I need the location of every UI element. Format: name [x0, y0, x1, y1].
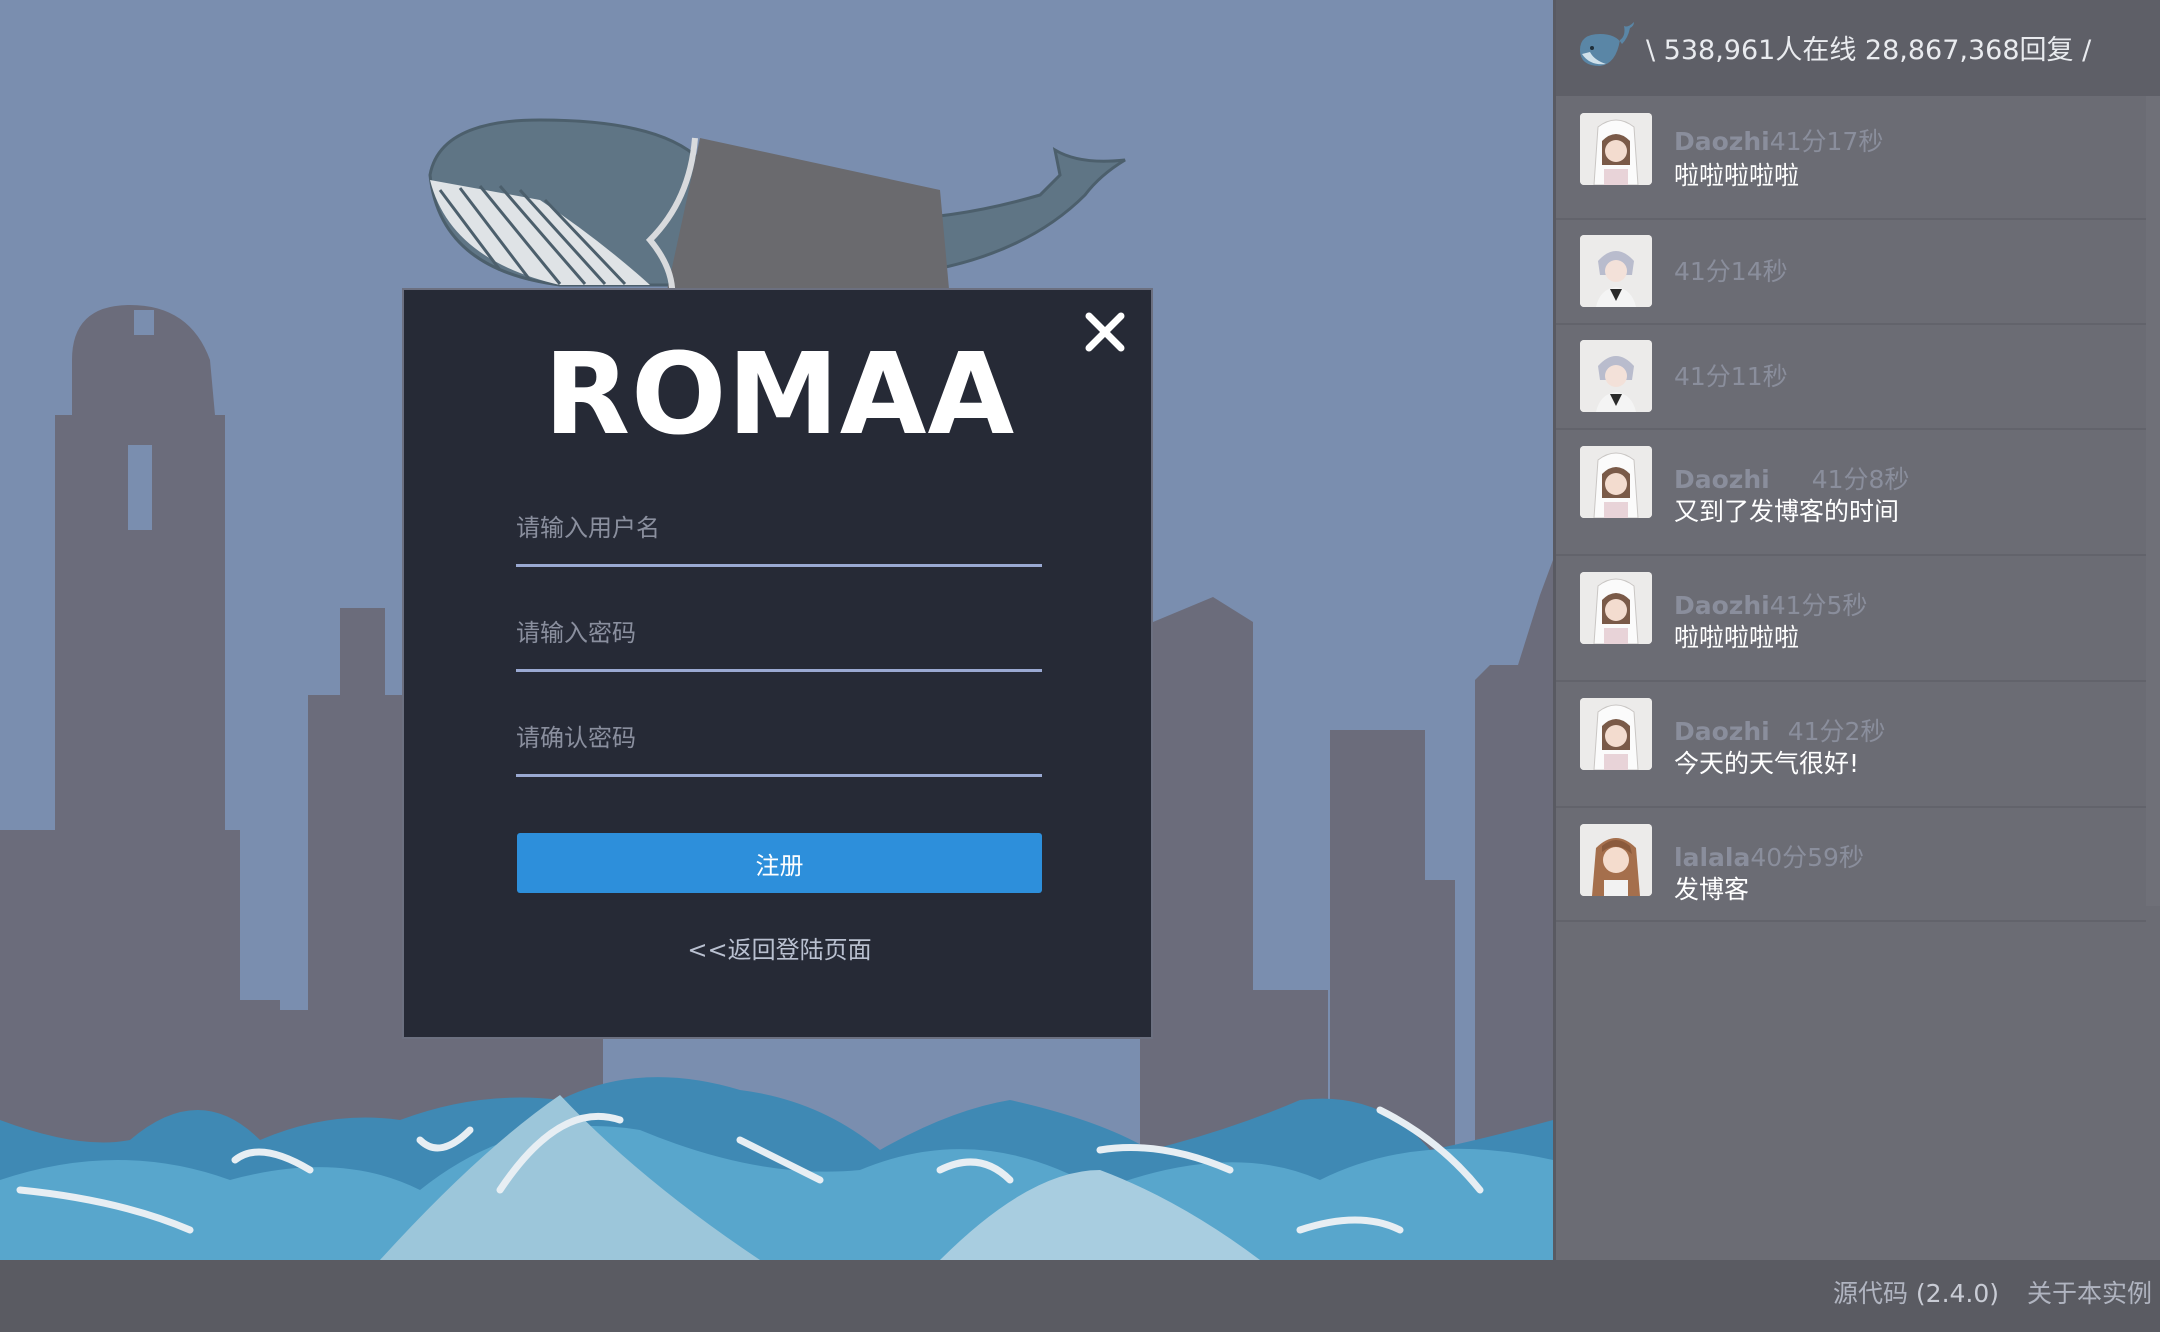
message-text: 啦啦啦啦啦 — [1674, 161, 1800, 190]
message-author: Daozhi — [1674, 717, 1770, 746]
avatar — [1580, 698, 1652, 770]
list-item[interactable]: 41分11秒 — [1556, 325, 2146, 430]
list-item[interactable]: Daozhi41分17秒 啦啦啦啦啦 — [1556, 96, 2146, 220]
message-list: Daozhi41分17秒 啦啦啦啦啦 41分14秒 41分11秒 Daozhi 4… — [1556, 96, 2146, 922]
message-text: 发博客 — [1674, 875, 1750, 904]
register-modal: ROMAA 注册 <<返回登陆页面 — [402, 288, 1153, 1039]
password-input[interactable] — [516, 605, 1042, 672]
message-time: 41分8秒 — [1811, 465, 1910, 494]
message-author: Daozhi — [1674, 591, 1770, 620]
message-text: 今天的天气很好! — [1674, 749, 1860, 778]
avatar — [1580, 824, 1652, 896]
message-text: 又到了发博客的时间 — [1674, 497, 1900, 526]
message-author: Daozhi — [1674, 465, 1770, 494]
confirm-password-input[interactable] — [516, 710, 1042, 777]
avatar — [1580, 113, 1652, 185]
message-author: lalala — [1674, 843, 1751, 872]
message-time: 40分59秒 — [1750, 843, 1864, 872]
online-stats: \ 538,961人在线 28,867,368回复 / — [1646, 35, 2092, 66]
avatar — [1580, 340, 1652, 412]
footer-bar: 源代码 (2.4.0) 关于本实例 — [0, 1260, 2160, 1332]
scrollbar[interactable] — [2146, 96, 2160, 906]
whale-logo-icon — [1580, 22, 1634, 66]
list-item[interactable]: 41分14秒 — [1556, 220, 2146, 325]
list-item[interactable]: lalala40分59秒 发博客 — [1556, 808, 2146, 922]
list-item[interactable]: Daozhi 41分8秒 又到了发博客的时间 — [1556, 430, 2146, 556]
message-time: 41分14秒 — [1674, 257, 1788, 286]
app-title: ROMAA — [543, 330, 1016, 460]
about-link[interactable]: 关于本实例 — [2027, 1279, 2152, 1308]
list-item[interactable]: Daozhi 41分2秒 今天的天气很好! — [1556, 682, 2146, 808]
username-input[interactable] — [516, 500, 1042, 567]
avatar — [1580, 572, 1652, 644]
panel-header: \ 538,961人在线 28,867,368回复 / — [1556, 0, 2160, 96]
message-time: 41分2秒 — [1787, 717, 1886, 746]
avatar — [1580, 446, 1652, 518]
whale-illustration — [428, 118, 1126, 301]
chat-panel: \ 538,961人在线 28,867,368回复 / Daozhi41分17秒… — [1553, 0, 2160, 1260]
message-text: 啦啦啦啦啦 — [1674, 623, 1800, 652]
message-time: 41分17秒 — [1769, 127, 1884, 156]
list-item[interactable]: Daozhi41分5秒 啦啦啦啦啦 — [1556, 556, 2146, 682]
message-time: 41分5秒 — [1769, 591, 1868, 620]
back-to-login-link[interactable]: <<返回登陆页面 — [404, 930, 1155, 965]
register-button[interactable]: 注册 — [517, 833, 1042, 893]
source-code-link[interactable]: 源代码 — [1833, 1279, 1908, 1308]
avatar — [1580, 235, 1652, 307]
message-time: 41分11秒 — [1674, 362, 1788, 391]
message-author: Daozhi — [1674, 127, 1770, 156]
version-label: (2.4.0) — [1915, 1279, 2000, 1308]
